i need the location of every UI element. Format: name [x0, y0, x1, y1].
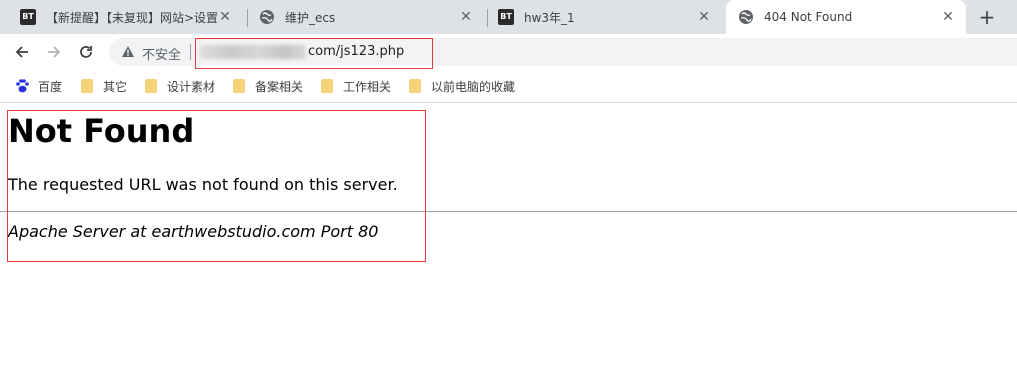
folder-icon	[321, 79, 333, 93]
bookmarks-bar: 百度 其它 设计素材 备案相关 工作相关 以前电脑的收藏	[0, 70, 1017, 103]
warning-triangle-icon	[122, 46, 134, 57]
forward-arrow-icon	[48, 46, 61, 58]
bt-icon: BT	[498, 9, 514, 25]
tab-title: 【新提醒】【未复现】网站>设置	[46, 10, 217, 25]
bookmark-folder-work[interactable]: 工作相关	[321, 76, 391, 96]
close-icon[interactable]: ✕	[217, 9, 233, 25]
tab-new-reminder[interactable]: BT 【新提醒】【未复现】网站>设置 ✕	[0, 0, 247, 34]
not-secure-label[interactable]: 不安全	[142, 44, 181, 63]
page-content: Not Found The requested URL was not foun…	[0, 103, 1017, 386]
baidu-paw-icon	[16, 79, 29, 93]
bookmark-label: 百度	[38, 79, 63, 94]
bookmark-label: 设计素材	[167, 79, 216, 94]
bookmark-label: 备案相关	[255, 79, 304, 94]
folder-icon	[81, 79, 93, 93]
tab-title: hw3年_1	[524, 10, 575, 25]
tab-maintenance-ecs[interactable]: 维护_ecs ✕	[239, 0, 488, 34]
bookmark-folder-design[interactable]: 设计素材	[145, 76, 215, 96]
url-highlight-box	[195, 38, 433, 69]
tab-strip: BT 【新提醒】【未复现】网站>设置 ✕ 维护_ecs ✕ BT hw3年_1 …	[0, 0, 1017, 34]
close-icon[interactable]: ✕	[940, 9, 956, 25]
new-tab-button[interactable]: +	[975, 5, 999, 29]
reload-icon	[80, 46, 92, 58]
folder-icon	[409, 79, 421, 93]
bookmark-label: 以前电脑的收藏	[431, 79, 516, 94]
close-icon[interactable]: ✕	[696, 9, 712, 25]
omnibox-separator	[190, 44, 191, 60]
close-icon[interactable]: ✕	[458, 9, 474, 25]
content-highlight-box	[7, 110, 426, 262]
folder-icon	[233, 79, 245, 93]
tab-title: 404 Not Found	[764, 10, 853, 24]
bookmark-folder-filing[interactable]: 备案相关	[233, 76, 303, 96]
bookmark-folder-old-pc[interactable]: 以前电脑的收藏	[409, 76, 515, 96]
globe-icon	[259, 9, 275, 25]
tab-404-not-found[interactable]: 404 Not Found ✕	[726, 0, 966, 34]
folder-icon	[145, 79, 157, 93]
tab-hw3[interactable]: BT hw3年_1 ✕	[478, 0, 726, 34]
forward-button[interactable]	[42, 40, 66, 64]
bookmark-label: 其它	[103, 79, 128, 94]
bookmark-label: 工作相关	[343, 79, 392, 94]
back-arrow-icon	[15, 46, 28, 58]
bt-icon: BT	[20, 9, 36, 25]
tab-title: 维护_ecs	[285, 10, 336, 25]
bookmark-folder-other[interactable]: 其它	[81, 76, 127, 96]
reload-button[interactable]	[74, 40, 98, 64]
globe-icon	[738, 9, 754, 25]
back-button[interactable]	[10, 40, 34, 64]
bookmark-baidu[interactable]: 百度	[14, 76, 62, 96]
toolbar: 不安全 com/js123.php	[0, 34, 1017, 70]
